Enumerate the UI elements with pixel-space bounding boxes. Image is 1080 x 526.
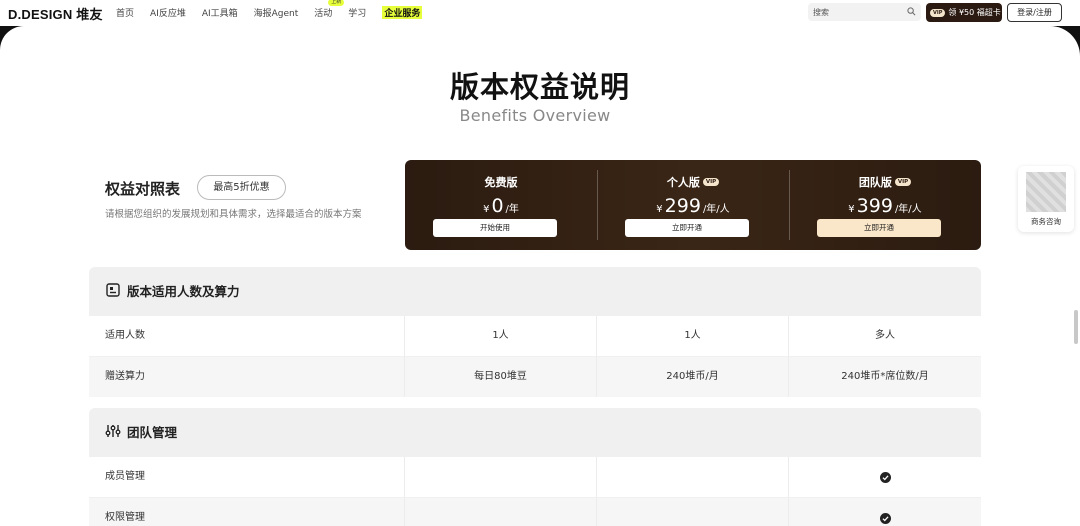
table-row: 成员管理	[89, 457, 981, 497]
currency: ¥	[848, 204, 855, 215]
nav-activity[interactable]: 活动 上新	[314, 0, 345, 19]
vip-badge: VIP	[930, 8, 946, 17]
section-header: 版本适用人数及算力	[89, 267, 981, 313]
badge-icon	[106, 283, 120, 297]
cell-team: 多人	[875, 330, 895, 341]
cell-team	[789, 498, 981, 526]
vip-badge: VIP	[702, 178, 720, 186]
check-icon	[879, 471, 891, 483]
row-label: 权限管理	[89, 498, 405, 526]
currency: ¥	[656, 204, 663, 215]
cell-personal: 240堆币/月	[597, 357, 789, 397]
plan-price: ¥ 0 /年	[405, 195, 597, 217]
table-row: 权限管理	[89, 498, 981, 526]
nav-ai-reactor[interactable]: AI反应堆	[150, 6, 186, 19]
discount-badge[interactable]: 最高5折优惠	[197, 175, 286, 200]
row-label: 成员管理	[89, 457, 405, 497]
plan-name: 免费版	[484, 176, 518, 189]
search-placeholder: 搜索	[813, 8, 829, 17]
section-title: 团队管理	[127, 424, 178, 440]
price-unit: /年	[505, 204, 519, 215]
login-register-button[interactable]: 登录/注册	[1007, 3, 1062, 22]
vip-badge: VIP	[894, 178, 912, 186]
compare-title: 权益对照表	[105, 180, 181, 198]
nav-home[interactable]: 首页	[116, 6, 134, 19]
cell-free: 1人	[405, 316, 597, 356]
plan-free: 免费版 ¥ 0 /年 开始使用	[405, 160, 597, 250]
section-header: 团队管理	[89, 408, 981, 454]
subscribe-team-button[interactable]: 立即开通	[817, 219, 941, 237]
nav-ai-toolbox[interactable]: AI工具箱	[202, 6, 238, 19]
cell-personal	[597, 498, 789, 526]
start-using-button[interactable]: 开始使用	[433, 219, 557, 237]
price-value: 399	[856, 195, 893, 217]
vip-promo-button[interactable]: VIP 领 ¥50 福超卡	[926, 3, 1002, 22]
price-unit: /年/人	[702, 204, 730, 215]
row-label: 赠送算力	[89, 357, 405, 397]
plan-price: ¥ 399 /年/人	[789, 195, 981, 217]
cell-team: 240堆币*席位数/月	[841, 371, 929, 382]
plan-cards: 免费版 ¥ 0 /年 开始使用 个人版 VIP ¥ 299 /年/人 立即开通 …	[405, 160, 981, 250]
plan-team: 团队版 VIP ¥ 399 /年/人 立即开通	[789, 160, 981, 250]
cell-free: 每日80堆豆	[405, 357, 597, 397]
main-nav: 首页 AI反应堆 AI工具箱 海报Agent 活动 上新 学习 企业服务	[116, 0, 438, 19]
cell-free	[405, 498, 597, 526]
vip-promo-label: 领 ¥50 福超卡	[948, 8, 1001, 17]
new-badge: 上新	[328, 0, 345, 6]
plan-price: ¥ 299 /年/人	[597, 195, 789, 217]
cell-personal	[597, 457, 789, 497]
nav-activity-label: 活动	[314, 9, 333, 19]
compare-description: 请根据您组织的发展规划和具体需求，选择最适合的版本方案	[105, 209, 362, 220]
table-row: 适用人数 1人 1人 多人	[89, 316, 981, 356]
price-unit: /年/人	[894, 204, 922, 215]
search-box[interactable]: 搜索	[808, 3, 921, 21]
plan-name: 个人版	[666, 176, 700, 189]
search-icon[interactable]	[907, 7, 916, 16]
section-title: 版本适用人数及算力	[127, 283, 240, 299]
nav-enterprise[interactable]: 企业服务	[382, 6, 423, 19]
currency: ¥	[483, 204, 490, 215]
cell-team	[789, 457, 981, 497]
top-navbar: D.DESIGN 堆友 首页 AI反应堆 AI工具箱 海报Agent 活动 上新…	[0, 0, 1080, 26]
sliders-icon	[105, 425, 121, 437]
scrollbar-thumb[interactable]	[1074, 310, 1078, 344]
table-row: 赠送算力 每日80堆豆 240堆币/月 240堆币*席位数/月	[89, 357, 981, 397]
page-title: 版本权益说明	[449, 70, 630, 104]
brand-logo[interactable]: D.DESIGN 堆友	[8, 4, 103, 23]
price-value: 299	[664, 195, 701, 217]
nav-learn[interactable]: 学习	[348, 6, 366, 19]
nav-poster-agent[interactable]: 海报Agent	[254, 6, 299, 19]
plan-personal: 个人版 VIP ¥ 299 /年/人 立即开通	[597, 160, 789, 250]
price-value: 0	[491, 195, 504, 217]
qr-code-image	[1026, 172, 1066, 212]
business-consult-widget[interactable]: 商务咨询	[1018, 166, 1074, 232]
subscribe-personal-button[interactable]: 立即开通	[625, 219, 749, 237]
check-icon	[879, 512, 891, 524]
row-label: 适用人数	[89, 316, 405, 356]
cell-personal: 1人	[597, 316, 789, 356]
business-consult-label: 商务咨询	[1031, 217, 1061, 226]
page-subtitle: Benefits Overview	[459, 106, 611, 125]
cell-free	[405, 457, 597, 497]
plan-name: 团队版	[858, 176, 892, 189]
